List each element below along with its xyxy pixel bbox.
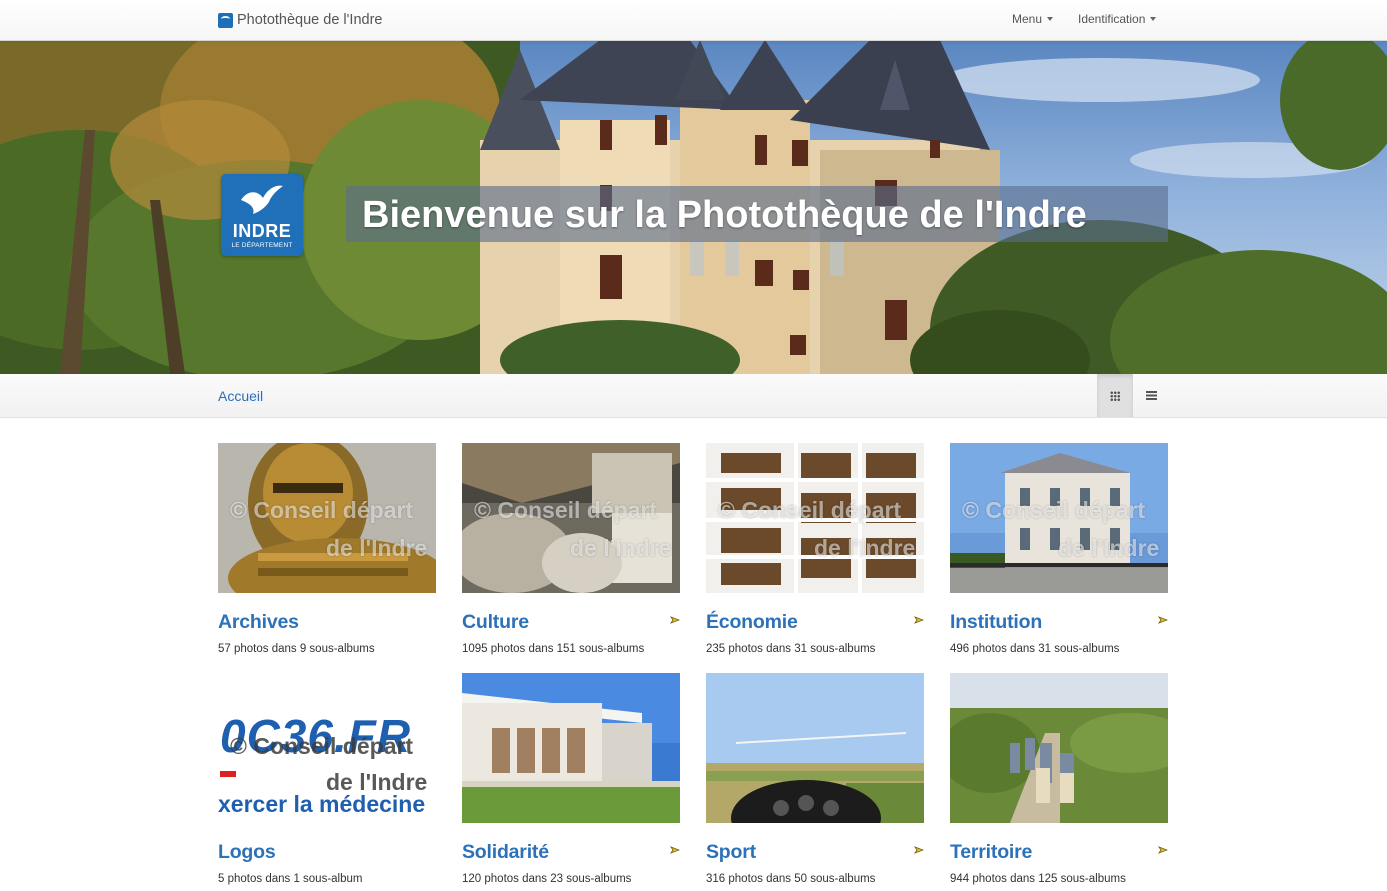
breadcrumb-bar: Accueil [0,374,1387,418]
album-meta: 944 photos dans 125 sous-albums [950,873,1126,885]
album-title-link[interactable]: Culture [462,611,529,634]
featured-marker-icon [914,846,924,854]
album-meta: 235 photos dans 31 sous-albums [706,643,876,655]
menu-dropdown[interactable]: Menu [1012,12,1054,26]
list-view-icon [1145,391,1157,400]
walkers-path-photo [950,673,1168,823]
album-thumbnail[interactable]: 0C36.FR xercer la médecine © Conseil dép… [218,673,436,823]
album-title-link[interactable]: Solidarité [462,841,549,864]
watermark-line2: de l'Indre [814,535,916,561]
watermark-line1: © Conseil départ [230,497,414,523]
navbar: Photothèque de l'Indre Menu Identificati… [0,0,1387,41]
album-title-link[interactable]: Territoire [950,841,1032,864]
hero-title-box: Bienvenue sur la Photothèque de l'Indre [346,186,1168,242]
album-title-link[interactable]: Archives [218,611,299,634]
brand-link[interactable]: Photothèque de l'Indre [218,10,382,30]
indre-logo: INDRE LE DÉPARTEMENT [221,174,303,256]
building-photo [462,673,680,823]
identification-dropdown[interactable]: Identification [1078,12,1157,26]
album-thumbnail[interactable]: © Conseil départ de l'Indre [950,443,1168,593]
hero-title: Bienvenue sur la Photothèque de l'Indre [362,194,1087,236]
watermark-line1: © Conseil départ [474,497,658,523]
album-title-link[interactable]: Sport [706,841,756,864]
album-meta: 1095 photos dans 151 sous-albums [462,643,645,655]
album-meta: 316 photos dans 50 sous-albums [706,873,876,885]
album-title-link[interactable]: Économie [706,611,798,634]
album-meta: 120 photos dans 23 sous-albums [462,873,632,885]
album-thumbnail[interactable] [462,673,680,823]
watermark-line2: de l'Indre [570,535,672,561]
watermark-line1: © Conseil départ [718,497,902,523]
album-meta: 5 photos dans 1 sous-album [218,873,363,885]
album-title-link[interactable]: Logos [218,841,276,864]
caret-down-icon [1047,17,1054,21]
album-thumbnail[interactable] [706,673,924,823]
bird-icon [241,185,283,214]
logo-word: INDRE [232,221,292,241]
list-view-button[interactable] [1133,374,1169,417]
logo-thumb-subtext: xercer la médecine [218,791,426,817]
watermark-line2: de l'Indre [326,535,428,561]
album-title-link[interactable]: Institution [950,611,1042,634]
brand-logo-icon [218,12,233,28]
caret-down-icon [1150,17,1157,21]
album-thumbnail[interactable] [950,673,1168,823]
glider-photo [706,673,924,823]
album-meta: 496 photos dans 31 sous-albums [950,643,1120,655]
featured-marker-icon [1158,846,1168,854]
identification-label: Identification [1078,12,1146,26]
album-thumbnail[interactable]: © Conseil départ de l'Indre [218,443,436,593]
watermark-line2: de l'Indre [1058,535,1160,561]
album-meta: 57 photos dans 9 sous-albums [218,643,375,655]
featured-marker-icon [670,616,680,624]
grid-view-button[interactable] [1097,374,1133,417]
breadcrumb-home-link[interactable]: Accueil [218,388,263,404]
hero-banner: INDRE LE DÉPARTEMENT Bienvenue sur la Ph… [0,40,1387,374]
featured-marker-icon [1158,616,1168,624]
menu-label: Menu [1012,12,1043,26]
featured-marker-icon [670,846,680,854]
watermark-line1: © Conseil départ [230,733,414,759]
album-thumbnail[interactable]: © Conseil départ de l'Indre [462,443,680,593]
brand-title: Photothèque de l'Indre [237,12,383,28]
grid-view-icon [1110,390,1120,401]
album-thumbnail[interactable]: © Conseil départ de l'Indre [706,443,924,593]
featured-marker-icon [914,616,924,624]
watermark-line1: © Conseil départ [962,497,1146,523]
watermark-line2: de l'Indre [326,769,428,795]
logo-red-bar [220,771,236,777]
logo-subtitle: LE DÉPARTEMENT [231,242,293,249]
